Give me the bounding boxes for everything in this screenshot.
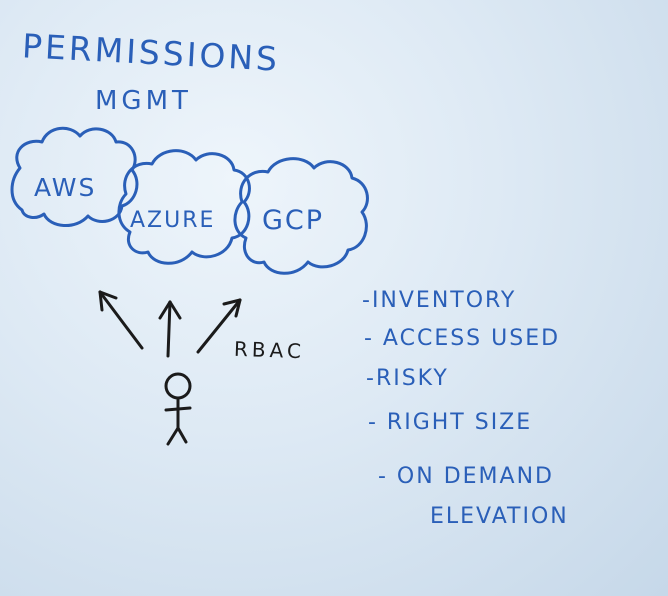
- arrow-to-aws: [98, 290, 144, 350]
- azure-label: Azure: [130, 208, 216, 233]
- title-line-2: MGMT: [95, 86, 192, 116]
- feature-right-size: - Right size: [368, 410, 533, 435]
- feature-risky: -Risky: [366, 366, 449, 391]
- feature-inventory: -Inventory: [362, 288, 517, 313]
- arrow-to-azure: [158, 300, 182, 358]
- gcp-label: GCP: [262, 205, 325, 236]
- user-stick-figure-icon: [164, 372, 192, 446]
- azure-cloud-shape: [117, 149, 251, 265]
- aws-label: AWS: [34, 173, 97, 202]
- whiteboard: Permissions MGMT AWS Azure GCP RBAC -Inv…: [0, 0, 668, 596]
- feature-elevation: Elevation: [430, 504, 569, 529]
- feature-access-used: - Access used: [364, 326, 561, 351]
- rbac-label: RBAC: [233, 336, 306, 364]
- feature-on-demand: - On demand: [378, 464, 554, 489]
